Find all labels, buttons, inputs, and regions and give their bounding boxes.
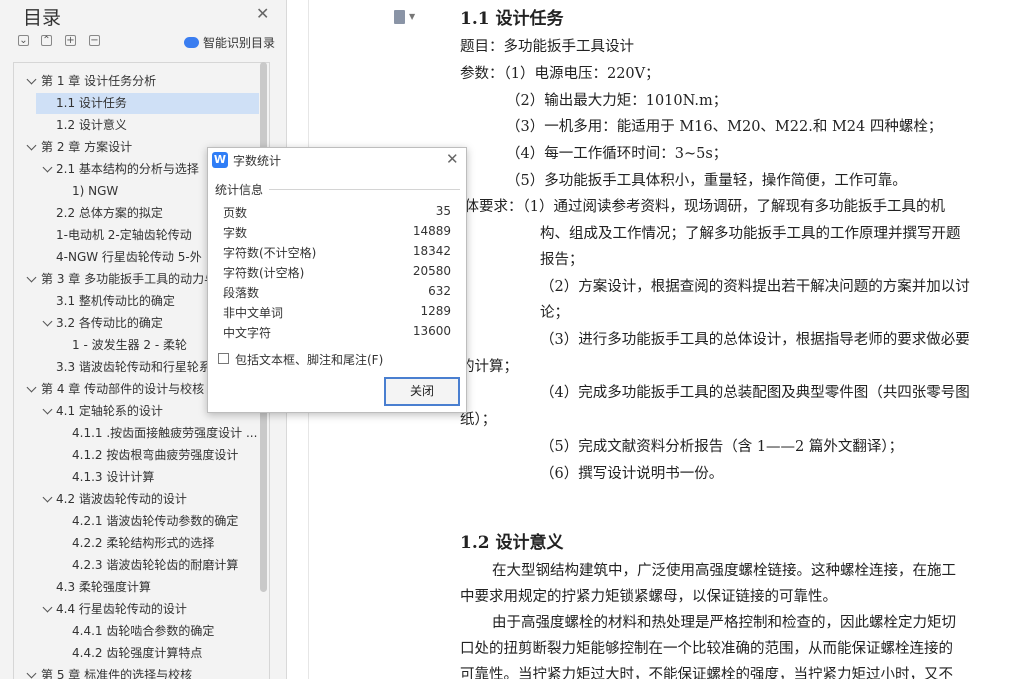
doc-line: 题目：多功能扳手工具设计	[460, 39, 634, 55]
doc-line: 可靠性。当拧紧力矩过大时，不能保证螺栓的强度，当拧紧力矩过小时，又不	[460, 667, 953, 679]
smart-toc-label: 智能识别目录	[203, 36, 276, 50]
close-icon[interactable]: ✕	[256, 4, 269, 23]
chevron-down-icon[interactable]	[42, 404, 53, 415]
chevron-down-icon[interactable]	[42, 162, 53, 173]
doc-line: 具体要求：（1）通过阅读参考资料，现场调研，了解现有多功能扳手工具的机	[450, 199, 945, 215]
include-textbox-checkbox[interactable]	[218, 353, 229, 364]
doc-line: （4）完成多功能扳手工具的总装配图及典型零件图（共四张零号图	[540, 385, 970, 401]
doc-line: （2）方案设计，根据查阅的资料提出若干解决问题的方案并加以讨	[540, 279, 970, 295]
toc-item[interactable]: 第 1 章 设计任务分析	[14, 71, 259, 92]
chevron-down-icon[interactable]	[26, 382, 37, 393]
close-button[interactable]: 关闭	[384, 377, 460, 406]
doc-line: （2）输出最大力矩：1010N.m；	[506, 93, 728, 109]
toc-item[interactable]: 4.2.3 谐波齿轮轮齿的耐磨计算	[14, 555, 259, 576]
toc-item[interactable]: 4.4.2 齿轮强度计算特点	[14, 643, 259, 664]
toc-item[interactable]: 1.2 设计意义	[14, 115, 259, 136]
stat-label-words: 字数	[223, 226, 248, 240]
stat-label-chars-with-space: 字符数(计空格)	[223, 266, 305, 280]
toc-item[interactable]: 4.4 行星齿轮传动的设计	[14, 599, 259, 620]
stats-section-title: 统计信息	[215, 183, 264, 197]
chevron-down-icon[interactable]	[42, 316, 53, 327]
doc-line: 构、组成及工作情况；了解多功能扳手工具的工作原理并撰写开题	[540, 226, 961, 242]
remove-heading-icon[interactable]: −	[89, 35, 100, 46]
doc-line: 口处的扭剪断裂力矩能够控制在一个比较准确的范围，从而能保证螺栓连接的	[460, 641, 953, 657]
doc-line: 参数：（1）电源电压：220V；	[460, 66, 660, 82]
toc-item[interactable]: 4.2 谐波齿轮传动的设计	[14, 489, 259, 510]
doc-line: （6）撰写设计说明书一份。	[540, 466, 724, 482]
smart-toc-button[interactable]: 智能识别目录	[184, 34, 275, 51]
toc-item[interactable]: 1.1 设计任务	[36, 93, 259, 114]
wps-logo-icon: W	[212, 152, 228, 168]
chevron-down-icon[interactable]	[26, 272, 37, 283]
dialog-title: 字数统计	[233, 154, 282, 168]
stat-label-chinese-chars: 中文字符	[223, 326, 272, 340]
close-icon[interactable]: ✕	[446, 150, 459, 168]
stat-value-chars-no-space: 18342	[412, 244, 451, 258]
document-icon[interactable]	[394, 10, 405, 24]
chevron-down-icon[interactable]	[42, 602, 53, 613]
toc-item[interactable]: 4.3 柔轮强度计算	[14, 577, 259, 598]
expand-up-icon[interactable]: ⌃	[41, 35, 52, 46]
doc-line: 的计算；	[460, 359, 518, 375]
stat-value-words: 14889	[412, 224, 451, 238]
section-divider	[269, 189, 460, 190]
chevron-down-icon[interactable]	[42, 492, 53, 503]
chevron-down-icon[interactable]	[26, 668, 37, 679]
doc-line: （3）一机多用：能适用于 M16、M20、M22.和 M24 四种螺栓；	[506, 119, 943, 135]
toc-item[interactable]: 第 5 章 标准件的选择与校核	[14, 665, 259, 679]
doc-line: （5）完成文献资料分析报告（含 1——2 篇外文翻译）；	[540, 439, 904, 455]
chevron-down-icon[interactable]	[26, 140, 37, 151]
doc-line: （4）每一工作循环时间：3~5s；	[506, 146, 728, 162]
toc-title: 目录	[23, 7, 62, 29]
doc-line: 在大型钢结构建筑中，广泛使用高强度螺栓链接。这种螺栓连接，在施工	[492, 563, 956, 579]
stat-value-chinese-chars: 13600	[412, 324, 451, 338]
word-count-dialog: W 字数统计 ✕ 统计信息 页数 35 字数 14889 字符数(不计空格) 1…	[207, 147, 467, 413]
smart-cloud-icon	[184, 37, 199, 48]
collapse-all-icon[interactable]: ⌄	[18, 35, 29, 46]
doc-line: 中要求用规定的拧紧力矩锁紧螺母，以保证链接的可靠性。	[460, 589, 837, 605]
doc-line: 由于高强度螺栓的材料和热处理是严格控制和检查的，因此螺栓定力矩切	[492, 615, 956, 631]
stat-value-non-chinese-words: 1289	[420, 304, 451, 318]
toc-item[interactable]: 4.4.1 齿轮啮合参数的确定	[14, 621, 259, 642]
stat-value-chars-with-space: 20580	[412, 264, 451, 278]
doc-line: （3）进行多功能扳手工具的总体设计，根据指导老师的要求做必要	[540, 332, 970, 348]
doc-line: 论；	[540, 305, 569, 321]
chevron-down-icon[interactable]	[26, 74, 37, 85]
toc-item[interactable]: 4.1.1 .按齿面接触疲劳强度设计 ...	[14, 423, 259, 444]
section-heading: 1.2 设计意义	[460, 533, 564, 553]
doc-line: 纸）；	[460, 412, 497, 428]
stat-value-pages: 35	[435, 204, 451, 218]
toc-item[interactable]: 4.1.3 设计计算	[14, 467, 259, 488]
stat-label-non-chinese-words: 非中文单词	[223, 306, 284, 320]
stat-label-paragraphs: 段落数	[223, 286, 260, 300]
section-heading: 1.1 设计任务	[460, 9, 564, 29]
stat-label-pages: 页数	[223, 206, 248, 220]
doc-line: （5）多功能扳手工具体积小，重量轻，操作简便，工作可靠。	[506, 173, 907, 189]
chevron-down-icon[interactable]: ▼	[409, 12, 415, 21]
stat-label-chars-no-space: 字符数(不计空格)	[223, 246, 317, 260]
toc-item[interactable]: 4.1.2 按齿根弯曲疲劳强度设计	[14, 445, 259, 466]
doc-line: 报告；	[540, 252, 584, 268]
toc-item[interactable]: 4.2.2 柔轮结构形式的选择	[14, 533, 259, 554]
include-textbox-label[interactable]: 包括文本框、脚注和尾注(F)	[235, 351, 383, 368]
add-heading-icon[interactable]: +	[65, 35, 76, 46]
toc-item[interactable]: 4.2.1 谐波齿轮传动参数的确定	[14, 511, 259, 532]
stat-value-paragraphs: 632	[428, 284, 451, 298]
